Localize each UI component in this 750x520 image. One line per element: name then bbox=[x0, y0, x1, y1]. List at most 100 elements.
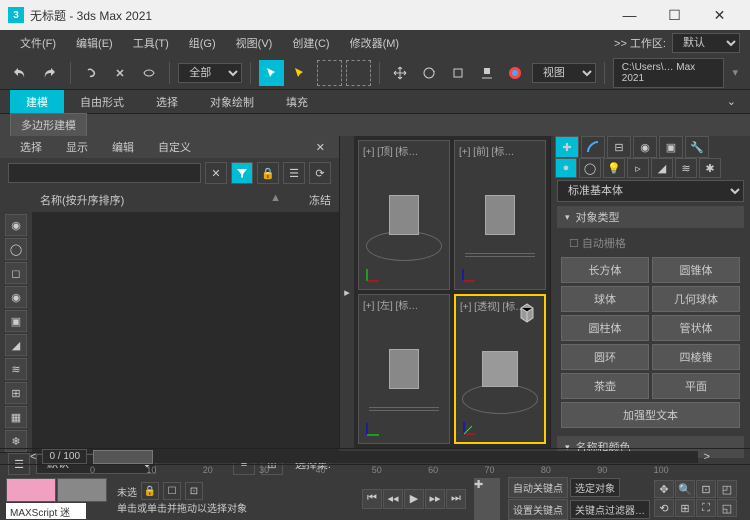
subribbon-polymodel[interactable]: 多边形建模 bbox=[10, 113, 87, 137]
viewport-top[interactable]: [+] [顶] [标… bbox=[358, 140, 450, 290]
filter-spacewarps-icon[interactable]: ≋ bbox=[5, 358, 27, 380]
viewport-perspective[interactable]: [+] [透视] [标… bbox=[454, 294, 546, 444]
obj-tube[interactable]: 管状体 bbox=[652, 315, 740, 341]
goto-end-button[interactable]: ⏭ bbox=[446, 489, 466, 509]
obj-torus[interactable]: 圆环 bbox=[561, 344, 649, 370]
link-button[interactable] bbox=[79, 60, 104, 86]
ribbon-collapse-icon[interactable]: ⌄ bbox=[721, 95, 742, 108]
cat-lights[interactable]: 💡 bbox=[603, 158, 625, 178]
pan-button[interactable]: ✥ bbox=[654, 480, 674, 498]
obj-textplus[interactable]: 加强型文本 bbox=[561, 402, 740, 428]
close-button[interactable]: ✕ bbox=[697, 0, 742, 30]
path-dropdown-icon[interactable]: ▾ bbox=[728, 66, 742, 79]
scene-close-icon[interactable]: ✕ bbox=[310, 141, 331, 154]
menu-edit[interactable]: 编辑(E) bbox=[66, 31, 123, 55]
filter-select[interactable]: 全部 bbox=[178, 63, 242, 83]
select-region-rect[interactable] bbox=[317, 60, 342, 86]
zoom-button[interactable]: 🔍 bbox=[675, 480, 695, 498]
select-name-button[interactable] bbox=[288, 60, 313, 86]
time-slider[interactable] bbox=[93, 450, 153, 464]
obj-cylinder[interactable]: 圆柱体 bbox=[561, 315, 649, 341]
scene-lock-button[interactable]: 🔒 bbox=[257, 162, 279, 184]
coord-system-button[interactable] bbox=[503, 60, 528, 86]
autogrid-checkbox[interactable]: ☐ 自动栅格 bbox=[561, 232, 740, 254]
rotate-button[interactable] bbox=[416, 60, 441, 86]
category-select[interactable]: 标准基本体 bbox=[557, 180, 744, 202]
material-swatch-2[interactable] bbox=[57, 478, 107, 502]
timeline[interactable]: < 0 / 100 > bbox=[0, 448, 750, 465]
ribbon-tab-select[interactable]: 选择 bbox=[140, 90, 194, 114]
scene-view-button[interactable]: ☰ bbox=[283, 162, 305, 184]
cmd-tab-hierarchy[interactable]: ⊟ bbox=[607, 136, 631, 158]
fov-button[interactable]: ◰ bbox=[717, 480, 737, 498]
menu-modifier[interactable]: 修改器(M) bbox=[340, 31, 410, 55]
move-button[interactable] bbox=[388, 60, 413, 86]
prev-frame-button[interactable]: ◂◂ bbox=[383, 489, 403, 509]
obj-geosphere[interactable]: 几何球体 bbox=[652, 286, 740, 312]
filter-cameras-icon[interactable]: ▣ bbox=[5, 310, 27, 332]
cmd-tab-motion[interactable]: ◉ bbox=[633, 136, 657, 158]
time-slider-track[interactable] bbox=[93, 451, 698, 463]
select-window-crossing[interactable] bbox=[346, 60, 371, 86]
obj-teapot[interactable]: 茶壶 bbox=[561, 373, 649, 399]
filter-helpers-icon[interactable]: ◢ bbox=[5, 334, 27, 356]
maximize-button[interactable]: ☐ bbox=[652, 0, 697, 30]
filter-geometry-icon[interactable]: ◯ bbox=[5, 238, 27, 260]
bind-button[interactable] bbox=[136, 60, 161, 86]
placement-button[interactable] bbox=[474, 60, 499, 86]
cmd-tab-display[interactable]: ▣ bbox=[659, 136, 683, 158]
isolate-icon[interactable]: ☐ bbox=[163, 482, 181, 500]
scale-button[interactable] bbox=[445, 60, 470, 86]
obj-plane[interactable]: 平面 bbox=[652, 373, 740, 399]
maxscript-listener[interactable]: MAXScript 迷 bbox=[6, 503, 86, 519]
zoom-extents-button[interactable]: ⊡ bbox=[696, 480, 716, 498]
material-swatch-1[interactable] bbox=[6, 478, 56, 502]
nav-extra-button[interactable]: ◱ bbox=[717, 499, 737, 517]
scene-search-input[interactable] bbox=[8, 163, 201, 183]
menu-tools[interactable]: 工具(T) bbox=[123, 31, 179, 55]
menu-create[interactable]: 创建(C) bbox=[282, 31, 339, 55]
viewcube[interactable] bbox=[514, 300, 540, 326]
scene-tab-select[interactable]: 选择 bbox=[8, 136, 54, 158]
menu-file[interactable]: 文件(F) bbox=[10, 31, 66, 55]
cat-spacewarps[interactable]: ≋ bbox=[675, 158, 697, 178]
cat-shapes[interactable]: ◯ bbox=[579, 158, 601, 178]
ribbon-tab-freeform[interactable]: 自由形式 bbox=[64, 90, 140, 114]
menu-view[interactable]: 视图(V) bbox=[226, 31, 283, 55]
keytarget-select[interactable]: 选定对象 bbox=[570, 478, 620, 497]
selection-bracket-icon[interactable]: ⊡ bbox=[185, 482, 203, 500]
cmd-tab-utilities[interactable]: 🔧 bbox=[685, 136, 709, 158]
cat-systems[interactable]: ✱ bbox=[699, 158, 721, 178]
redo-button[interactable] bbox=[37, 60, 62, 86]
filter-lights-icon[interactable]: ◉ bbox=[5, 286, 27, 308]
filter-bone-icon[interactable]: ⊞ bbox=[5, 382, 27, 404]
minimize-button[interactable]: — bbox=[607, 0, 652, 30]
refcoord-select[interactable]: 视图 bbox=[532, 63, 596, 83]
obj-pyramid[interactable]: 四棱锥 bbox=[652, 344, 740, 370]
ribbon-tab-populate[interactable]: 填充 bbox=[270, 90, 324, 114]
rollout-objtype[interactable]: 对象类型 bbox=[557, 206, 744, 228]
scene-col-freeze[interactable]: 冻结 bbox=[281, 192, 331, 208]
goto-start-button[interactable]: ⏮ bbox=[362, 489, 382, 509]
ribbon-tab-modeling[interactable]: 建模 bbox=[10, 90, 64, 114]
cat-cameras[interactable]: ▹ bbox=[627, 158, 649, 178]
filter-all-icon[interactable]: ◉ bbox=[5, 214, 27, 236]
zoom-all-button[interactable]: ⊞ bbox=[675, 499, 695, 517]
play-button[interactable]: ▶ bbox=[404, 489, 424, 509]
autokey-button[interactable]: 自动关键点 bbox=[508, 477, 568, 498]
cat-geometry[interactable]: ● bbox=[555, 158, 577, 178]
setkey-button[interactable]: 设置关键点 bbox=[508, 499, 568, 520]
scene-search-clear[interactable]: ✕ bbox=[205, 162, 227, 184]
scene-sync-button[interactable]: ⟳ bbox=[309, 162, 331, 184]
scene-col-name[interactable]: 名称(按升序排序) bbox=[40, 192, 270, 208]
obj-cone[interactable]: 圆锥体 bbox=[652, 257, 740, 283]
obj-box[interactable]: 长方体 bbox=[561, 257, 649, 283]
unlink-button[interactable] bbox=[108, 60, 133, 86]
obj-sphere[interactable]: 球体 bbox=[561, 286, 649, 312]
keyfilter-button[interactable]: 关键点过滤器… bbox=[570, 500, 650, 519]
workspace-select[interactable]: 默认 bbox=[672, 33, 740, 53]
next-frame-button[interactable]: ▸▸ bbox=[425, 489, 445, 509]
select-button[interactable] bbox=[259, 60, 284, 86]
filter-shapes-icon[interactable]: ◻ bbox=[5, 262, 27, 284]
scene-tab-display[interactable]: 显示 bbox=[54, 136, 100, 158]
